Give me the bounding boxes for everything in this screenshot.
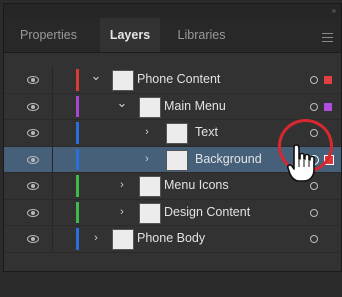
layer-thumbnail: [139, 176, 161, 197]
visibility-eye-icon[interactable]: [27, 155, 39, 164]
column-divider: [52, 120, 53, 146]
layer-thumbnail: [112, 229, 134, 250]
layer-thumbnail: [112, 70, 134, 91]
chevron-right-icon[interactable]: ›: [141, 124, 153, 140]
layer-row[interactable]: › Design Content: [4, 199, 341, 226]
collapse-panel-icon[interactable]: ››: [332, 6, 336, 15]
layer-color-bar: [76, 228, 79, 250]
layer-thumbnail: [166, 123, 188, 144]
layer-name[interactable]: Phone Body: [137, 226, 205, 251]
tab-layers[interactable]: Layers: [100, 18, 160, 52]
visibility-eye-icon[interactable]: [27, 129, 39, 137]
chevron-right-icon[interactable]: ›: [116, 177, 128, 193]
layer-name[interactable]: Menu Icons: [164, 173, 229, 198]
layer-color-bar: [76, 122, 79, 144]
chevron-right-icon[interactable]: ›: [141, 151, 153, 167]
chevron-right-icon[interactable]: ›: [90, 230, 102, 246]
visibility-eye-icon[interactable]: [27, 235, 39, 243]
layer-row[interactable]: ⌄ Main Menu: [4, 93, 341, 120]
target-circle-icon[interactable]: [310, 76, 318, 84]
layer-color-bar: [76, 69, 79, 91]
layer-row[interactable]: › Phone Body: [4, 226, 341, 253]
layer-color-bar: [76, 175, 79, 197]
layer-thumbnail: [139, 202, 161, 224]
visibility-eye-icon[interactable]: [27, 76, 39, 84]
column-divider: [52, 146, 53, 172]
layer-thumbnail: [166, 149, 188, 171]
target-circle-icon[interactable]: [310, 235, 318, 243]
layer-name[interactable]: Phone Content: [137, 67, 220, 92]
target-circle-icon[interactable]: [310, 182, 318, 190]
visibility-eye-icon[interactable]: [27, 182, 39, 190]
chevron-down-icon[interactable]: ⌄: [116, 96, 128, 114]
target-circle-icon[interactable]: [310, 208, 318, 217]
tab-properties[interactable]: Properties: [4, 18, 93, 52]
column-divider: [52, 173, 53, 199]
column-divider: [52, 199, 53, 225]
selection-indicator[interactable]: [324, 102, 332, 111]
layer-name[interactable]: Design Content: [164, 200, 250, 225]
layer-thumbnail: [139, 96, 161, 118]
column-divider: [52, 67, 53, 93]
column-divider: [52, 93, 53, 119]
panel-tab-bar: Properties Layers Libraries: [4, 18, 341, 53]
column-divider: [52, 226, 53, 252]
panel-menu-icon[interactable]: [322, 33, 333, 42]
selection-indicator[interactable]: [324, 76, 332, 84]
layer-row[interactable]: ⌄ Phone Content: [4, 67, 341, 94]
layer-color-bar: [76, 201, 79, 223]
layer-name[interactable]: Main Menu: [164, 94, 226, 119]
target-circle-icon[interactable]: [310, 102, 318, 111]
layer-name[interactable]: Text: [195, 120, 218, 145]
chevron-down-icon[interactable]: ⌄: [90, 69, 102, 87]
visibility-eye-icon[interactable]: [27, 208, 39, 217]
layer-name[interactable]: Background: [195, 147, 262, 172]
chevron-right-icon[interactable]: ›: [116, 204, 128, 220]
tab-libraries[interactable]: Libraries: [164, 18, 239, 52]
hand-cursor-icon: [287, 144, 315, 182]
layer-color-bar: [76, 148, 79, 170]
visibility-eye-icon[interactable]: [27, 102, 39, 111]
panel-header-strip: ››: [4, 4, 341, 18]
layer-color-bar: [76, 95, 79, 117]
